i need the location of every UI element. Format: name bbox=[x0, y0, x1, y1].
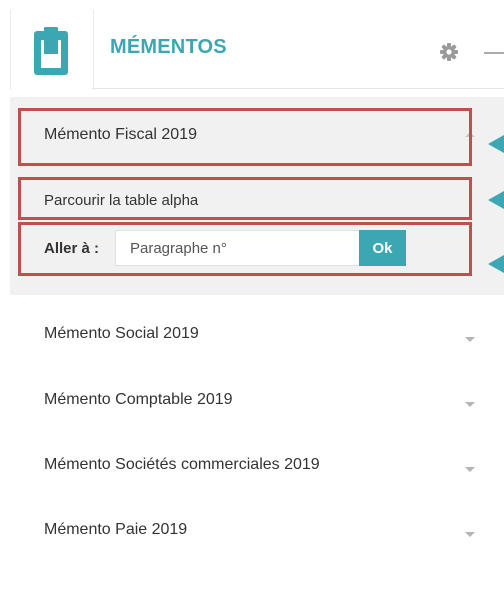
annotation-arrow-icon bbox=[488, 135, 504, 153]
header-divider bbox=[92, 88, 504, 89]
chevron-down-icon[interactable] bbox=[465, 467, 475, 472]
annotation-box-fiscal bbox=[18, 108, 472, 166]
accordion-item-paie[interactable]: Mémento Paie 2019 bbox=[44, 521, 187, 539]
chevron-down-icon[interactable] bbox=[465, 402, 475, 407]
annotation-arrow-icon bbox=[488, 255, 504, 273]
annotation-box-browse bbox=[18, 177, 472, 220]
annotation-box-goto bbox=[18, 222, 472, 276]
accordion-item-societes[interactable]: Mémento Sociétés commerciales 2019 bbox=[44, 456, 320, 474]
page-title: MÉMENTOS bbox=[110, 36, 227, 58]
chevron-down-icon[interactable] bbox=[465, 532, 475, 537]
accordion-item-social[interactable]: Mémento Social 2019 bbox=[44, 325, 199, 343]
annotation-arrow-icon bbox=[488, 191, 504, 209]
chevron-down-icon[interactable] bbox=[465, 337, 475, 342]
minus-icon[interactable] bbox=[484, 52, 504, 54]
book-icon bbox=[34, 27, 68, 75]
accordion-item-comptable[interactable]: Mémento Comptable 2019 bbox=[44, 391, 233, 409]
gear-icon[interactable] bbox=[439, 42, 459, 62]
